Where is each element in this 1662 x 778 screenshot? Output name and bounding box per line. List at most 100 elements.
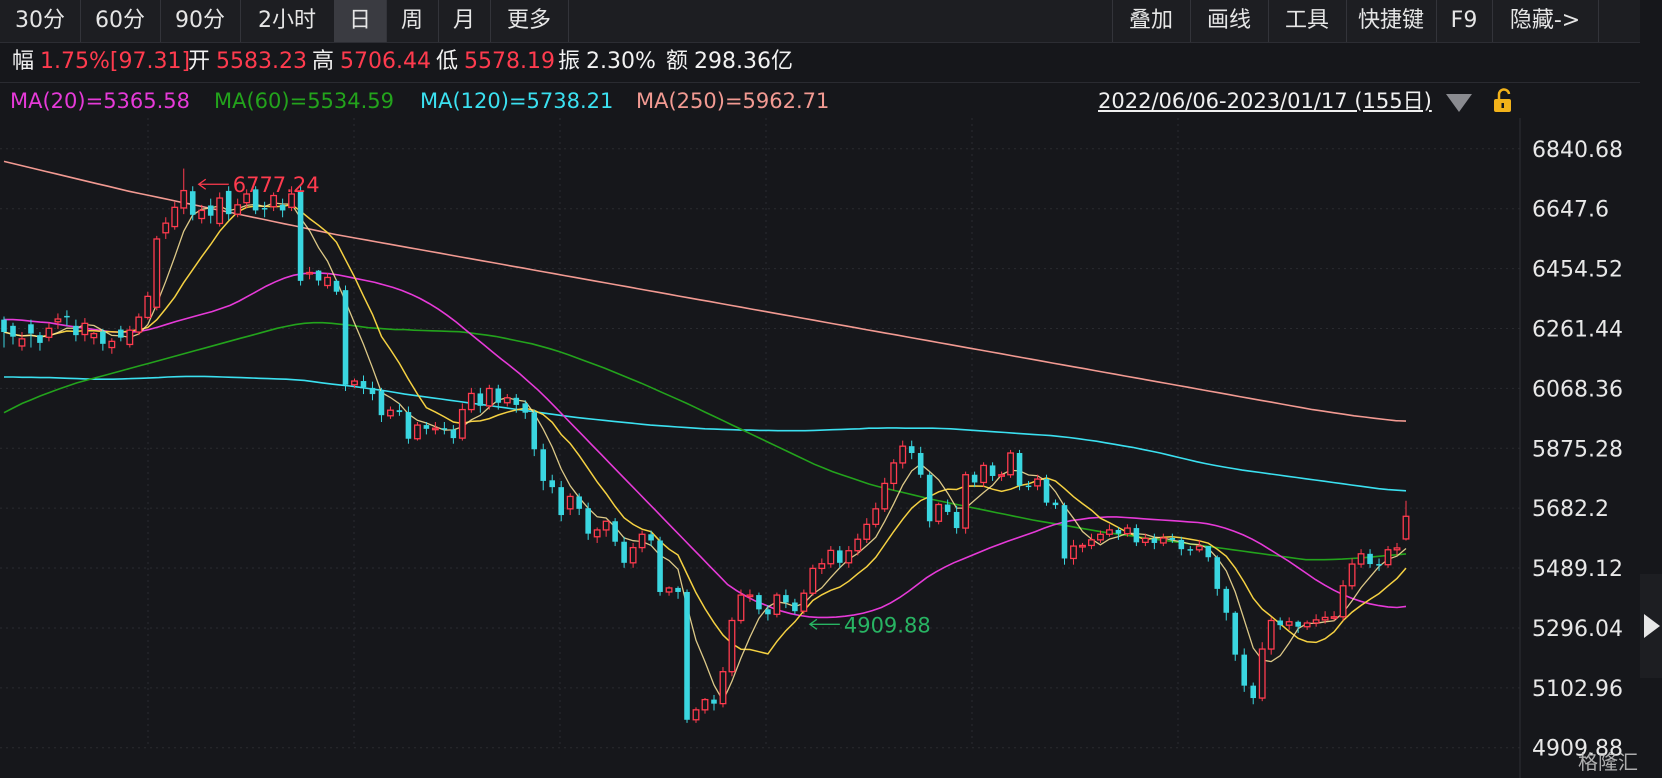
candle-body (944, 504, 951, 512)
candle-body (684, 591, 690, 720)
candle-body (477, 393, 484, 406)
candle-body (1402, 515, 1410, 540)
candle-body (1187, 549, 1194, 551)
low-annotation-label: 4909.88 (844, 613, 931, 637)
change-value: 1.75%[97.31] (40, 49, 191, 74)
divider (0, 82, 1640, 83)
candle-body (180, 189, 188, 209)
candle-body (719, 671, 727, 705)
tool-button-4[interactable]: F9 (1436, 0, 1492, 42)
candle-body (324, 276, 331, 287)
candle-body (45, 327, 53, 338)
candle-body (495, 388, 502, 403)
triangle-down-icon[interactable] (1446, 94, 1472, 112)
candle-body (971, 474, 978, 483)
candlestick-chart[interactable]: 6840.68 6647.6 6454.52 6261.44 6068.36 5875.2… (0, 118, 1640, 778)
play-icon[interactable] (1640, 574, 1662, 678)
high-label: 高 (312, 49, 335, 74)
candle-body (1141, 537, 1149, 543)
candle-body (10, 325, 16, 337)
candle-body (458, 408, 466, 439)
high-value: 5706.44 (340, 49, 431, 74)
candle-body (1079, 544, 1086, 548)
candle-body (100, 331, 106, 344)
amount-label: 额 (666, 49, 689, 74)
period-tab-0[interactable]: 30分 (0, 0, 80, 42)
candle-body (1232, 612, 1239, 655)
candle-body (935, 503, 943, 522)
candle-body (485, 387, 493, 407)
candle-body (908, 446, 915, 454)
candle-body (1348, 563, 1356, 587)
candle-body (1034, 478, 1041, 487)
period-tab-3[interactable]: 2小时 (240, 0, 334, 42)
candle-body (396, 410, 403, 413)
candle-body (1025, 485, 1032, 488)
candle-body (1339, 585, 1347, 618)
y-tick-label: 5489.12 (1532, 557, 1623, 582)
candle-body (675, 587, 681, 592)
period-tab-7[interactable]: 更多 (490, 0, 568, 42)
candle-body (845, 550, 853, 564)
candle-body (18, 338, 26, 347)
candle-body (1159, 537, 1167, 544)
candle-body (1195, 545, 1203, 551)
y-tick-label: 6454.52 (1532, 258, 1623, 283)
candle-body (1384, 549, 1392, 566)
candle-body (1151, 538, 1158, 543)
candle-body (711, 699, 717, 704)
candle-body (28, 324, 34, 334)
candle-body (818, 563, 826, 570)
candle-body (638, 533, 646, 549)
y-tick-label: 5296.04 (1532, 617, 1623, 642)
candle-body (926, 474, 933, 522)
candle-body (1133, 528, 1140, 543)
period-tab-4[interactable]: 日 (334, 0, 386, 42)
toolbar-separator (568, 0, 569, 42)
candle-body (135, 316, 143, 333)
date-range-selector[interactable]: 2022/06/06-2023/01/17 (155日) (1098, 84, 1432, 118)
period-tab-1[interactable]: 60分 (80, 0, 160, 42)
tool-button-5[interactable]: 隐藏-> (1492, 0, 1598, 42)
period-tab-6[interactable]: 月 (438, 0, 490, 42)
candle-body (989, 465, 996, 476)
candle-body (773, 594, 781, 615)
candle-body (1250, 685, 1257, 699)
amount-value: 298.36亿 (694, 49, 793, 74)
candle-body (872, 508, 880, 526)
candle-body (1169, 538, 1176, 540)
candle-body (279, 204, 286, 211)
tool-button-0[interactable]: 叠加 (1112, 0, 1190, 42)
candle-body (431, 427, 439, 431)
lock-icon[interactable] (1490, 88, 1516, 114)
candle-body (737, 594, 745, 622)
candle-body (126, 329, 134, 346)
tool-button-2[interactable]: 工具 (1268, 0, 1346, 42)
ma-line-MA(250) (3, 160, 1407, 422)
candle-body (837, 550, 843, 563)
candle-body (387, 409, 394, 417)
candle-body (549, 480, 556, 488)
candle-body (800, 592, 808, 612)
candle-body (998, 474, 1006, 477)
candle-body (369, 387, 376, 395)
candle-body (756, 595, 762, 610)
high-annotation-label: 6777.24 (233, 173, 320, 197)
watermark-text: 格隆汇 (1578, 750, 1638, 774)
candle-body (1178, 539, 1185, 550)
tool-button-3[interactable]: 快捷键 (1346, 0, 1436, 42)
low-label: 低 (436, 49, 459, 74)
candle-body (899, 445, 907, 464)
open-label: 开 (188, 49, 211, 74)
candle-body (198, 209, 206, 220)
tool-button-1[interactable]: 画线 (1190, 0, 1268, 42)
candle-body (297, 190, 304, 281)
candle-body (513, 397, 520, 405)
candle-body (648, 534, 654, 541)
candle-body (621, 541, 627, 563)
period-tab-5[interactable]: 周 (386, 0, 438, 42)
candle-body (1376, 564, 1382, 566)
y-tick-label: 6261.44 (1532, 317, 1623, 342)
period-tab-2[interactable]: 90分 (160, 0, 240, 42)
amplitude-label: 振 (558, 49, 581, 74)
